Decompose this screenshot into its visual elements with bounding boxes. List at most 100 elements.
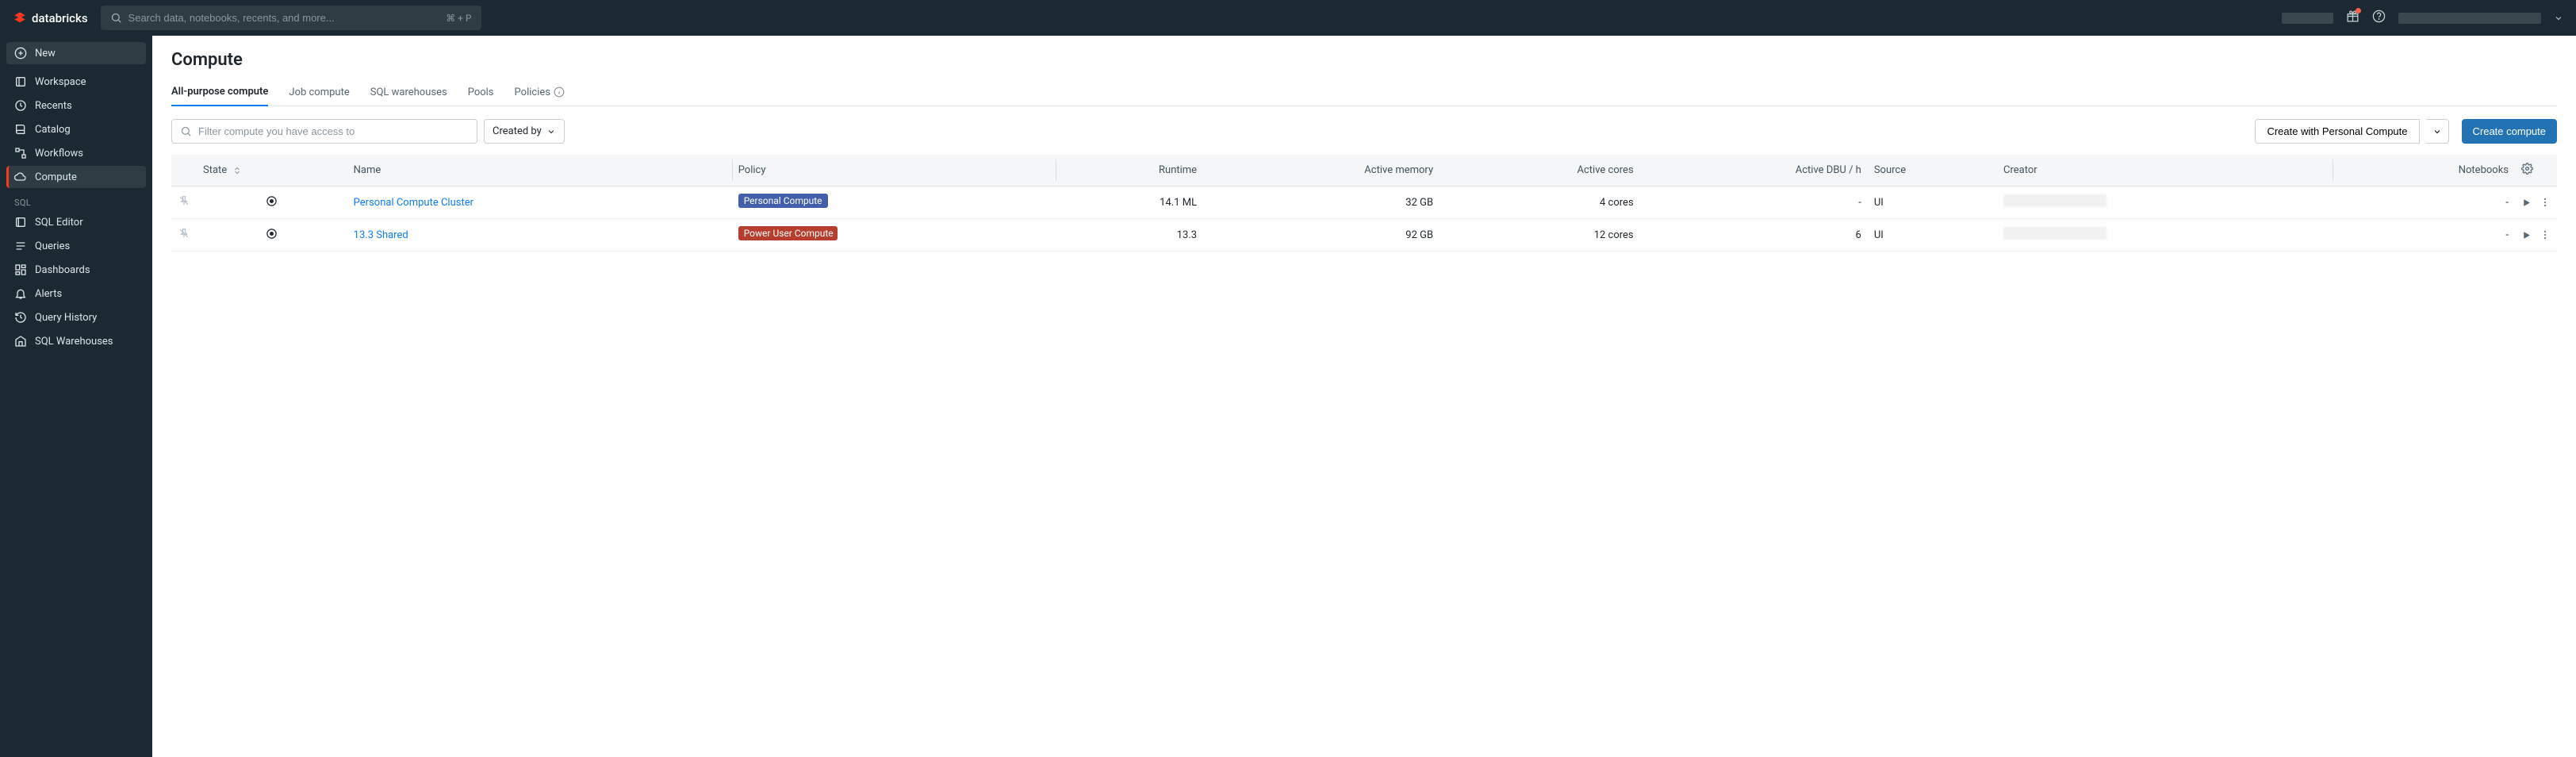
global-search[interactable]: ⌘ + P — [101, 6, 481, 30]
col-policy[interactable]: Policy — [732, 155, 1056, 186]
tab-policies[interactable]: Policies — [515, 86, 565, 106]
tab-label: All-purpose compute — [171, 86, 268, 98]
tab-label: Job compute — [289, 86, 349, 98]
col-label: Active cores — [1577, 164, 1634, 176]
tab-label: Pools — [468, 86, 494, 98]
cell-notebooks: - — [2333, 186, 2515, 219]
editor-icon — [14, 216, 27, 229]
sidebar-item-recents[interactable]: Recents — [6, 94, 146, 117]
col-runtime[interactable]: Runtime — [1056, 155, 1203, 186]
cloud-icon — [14, 171, 27, 183]
sidebar-item-catalog[interactable]: Catalog — [6, 118, 146, 140]
workflow-icon — [14, 147, 27, 159]
col-state[interactable]: State — [197, 155, 347, 186]
col-name[interactable]: Name — [347, 155, 732, 186]
tab-all-purpose[interactable]: All-purpose compute — [171, 86, 268, 106]
tab-job-compute[interactable]: Job compute — [289, 86, 349, 106]
cluster-name-link[interactable]: 13.3 Shared — [354, 229, 408, 241]
clock-icon — [14, 99, 27, 112]
chevron-down-icon — [546, 127, 556, 136]
cell-notebooks: - — [2333, 219, 2515, 252]
cell-runtime: 14.1 ML — [1056, 186, 1203, 219]
toolbar: Created by Create with Personal Compute … — [171, 119, 2557, 144]
sidebar-item-sql-warehouses[interactable]: SQL Warehouses — [6, 330, 146, 352]
start-button[interactable] — [2521, 230, 2532, 240]
info-icon — [554, 86, 565, 98]
col-label: Notebooks — [2459, 164, 2509, 176]
user-email-redacted — [2398, 13, 2541, 24]
sidebar-item-workflows[interactable]: Workflows — [6, 142, 146, 164]
workspace-name-redacted — [2282, 13, 2333, 24]
col-label: Active DBU / h — [1796, 164, 1861, 176]
sidebar-item-compute[interactable]: Compute — [6, 166, 146, 188]
col-notebooks[interactable]: Notebooks — [2333, 155, 2515, 186]
warehouse-icon — [14, 335, 27, 348]
created-by-label: Created by — [493, 125, 542, 137]
sidebar-item-workspace[interactable]: Workspace — [6, 71, 146, 93]
new-label: New — [35, 48, 56, 60]
sidebar: New Workspace Recents Catalog Workflows … — [0, 36, 152, 757]
whats-new-button[interactable] — [2346, 10, 2359, 26]
tab-sql-warehouses[interactable]: SQL warehouses — [370, 86, 447, 106]
sidebar-item-query-history[interactable]: Query History — [6, 306, 146, 329]
col-memory[interactable]: Active memory — [1203, 155, 1439, 186]
row-menu-button[interactable] — [2540, 229, 2551, 240]
state-running — [266, 195, 278, 207]
col-source[interactable]: Source — [1868, 155, 1997, 186]
table-row[interactable]: 13.3 Shared Power User Compute 13.3 92 G… — [171, 219, 2557, 252]
pin-button[interactable] — [178, 228, 190, 239]
pin-button[interactable] — [178, 195, 190, 206]
table-row[interactable]: Personal Compute Cluster Personal Comput… — [171, 186, 2557, 219]
bell-icon — [14, 287, 27, 300]
sidebar-item-queries[interactable]: Queries — [6, 235, 146, 257]
help-icon — [2372, 10, 2386, 23]
sidebar-item-label: SQL Editor — [35, 217, 83, 229]
create-compute-button[interactable]: Create compute — [2462, 119, 2558, 144]
create-personal-button[interactable]: Create with Personal Compute — [2255, 119, 2419, 144]
brand-logo[interactable]: databricks — [13, 11, 88, 25]
search-input[interactable] — [128, 12, 440, 24]
filter-input[interactable] — [198, 125, 469, 137]
sidebar-section-sql: SQL — [6, 190, 146, 211]
filter-input-wrap[interactable] — [171, 119, 477, 144]
col-pin — [171, 155, 197, 186]
search-shortcut: ⌘ + P — [446, 13, 471, 24]
col-settings[interactable] — [2515, 155, 2557, 186]
main-content: Compute All-purpose compute Job compute … — [152, 36, 2576, 266]
cell-cores: 12 cores — [1439, 219, 1640, 252]
pin-off-icon — [178, 195, 190, 206]
col-cores[interactable]: Active cores — [1439, 155, 1640, 186]
cell-dbu: 6 — [1640, 219, 1868, 252]
col-label: State — [203, 164, 227, 176]
cell-memory: 92 GB — [1203, 219, 1439, 252]
chevron-down-icon — [2432, 127, 2442, 136]
user-menu-chevron[interactable] — [2554, 13, 2563, 23]
running-icon — [266, 228, 278, 240]
row-menu-button[interactable] — [2540, 197, 2551, 208]
sidebar-item-alerts[interactable]: Alerts — [6, 282, 146, 305]
create-personal-dropdown[interactable] — [2426, 119, 2449, 144]
sidebar-item-label: Query History — [35, 312, 97, 324]
sidebar-item-sql-editor[interactable]: SQL Editor — [6, 211, 146, 233]
history-icon — [14, 311, 27, 324]
notification-dot — [2356, 8, 2361, 13]
col-creator[interactable]: Creator — [1997, 155, 2333, 186]
topbar: databricks ⌘ + P — [0, 0, 2576, 36]
folder-icon — [14, 75, 27, 88]
cluster-name-link[interactable]: Personal Compute Cluster — [354, 197, 473, 209]
brand-name: databricks — [32, 11, 88, 25]
tab-pools[interactable]: Pools — [468, 86, 494, 106]
cell-creator — [1997, 219, 2333, 252]
sidebar-item-label: Catalog — [35, 124, 71, 136]
sidebar-item-dashboards[interactable]: Dashboards — [6, 259, 146, 281]
created-by-dropdown[interactable]: Created by — [484, 119, 565, 144]
kebab-icon — [2540, 229, 2551, 240]
new-button[interactable]: New — [6, 42, 146, 64]
col-label: Active memory — [1364, 164, 1433, 176]
help-button[interactable] — [2372, 10, 2386, 26]
col-dbu[interactable]: Active DBU / h — [1640, 155, 1868, 186]
start-button[interactable] — [2521, 198, 2532, 208]
running-icon — [266, 195, 278, 207]
book-icon — [14, 123, 27, 136]
policy-badge: Personal Compute — [738, 194, 828, 208]
